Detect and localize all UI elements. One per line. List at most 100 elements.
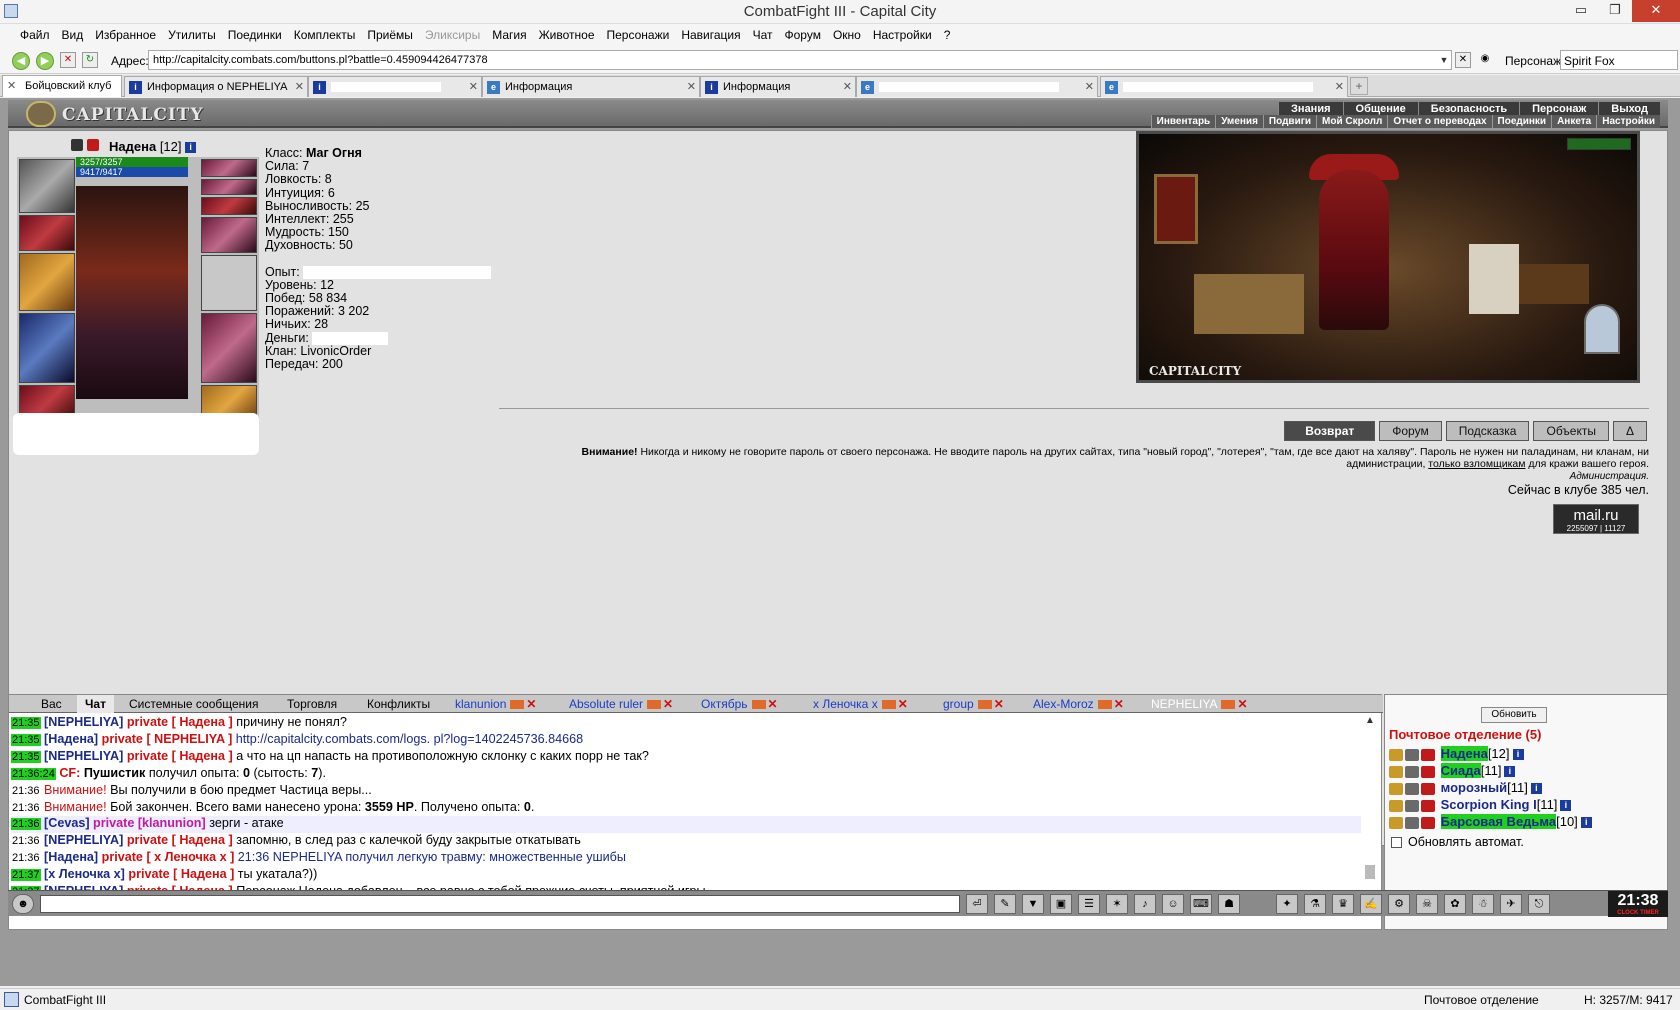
menu-item[interactable]: Форум bbox=[779, 24, 827, 46]
chat-author[interactable]: [Надена] bbox=[44, 732, 98, 746]
helmet-slot[interactable] bbox=[19, 159, 75, 213]
info-icon[interactable]: i bbox=[1580, 817, 1592, 829]
bag-icon[interactable]: ☗ bbox=[1218, 894, 1240, 914]
tab-close-icon[interactable]: ✕ bbox=[687, 80, 696, 93]
close-button[interactable]: ✕ bbox=[1632, 0, 1680, 22]
menu-item[interactable]: Животное bbox=[533, 24, 601, 46]
amulet-slot[interactable] bbox=[19, 215, 75, 251]
checkbox[interactable] bbox=[1391, 837, 1402, 849]
translit-icon[interactable]: ⌨ bbox=[1190, 894, 1212, 914]
clan-icon[interactable] bbox=[1421, 748, 1435, 761]
character-avatar[interactable] bbox=[76, 186, 188, 399]
nav-sub-item[interactable]: Настройки bbox=[1596, 115, 1660, 128]
chat-tab[interactable]: klanunion ✕ bbox=[447, 695, 544, 713]
menu-item[interactable]: Персонажи bbox=[601, 24, 676, 46]
clan-icon[interactable] bbox=[1421, 799, 1435, 812]
nav-top-item[interactable]: Общение bbox=[1342, 102, 1418, 116]
tab-close-icon[interactable]: ✕ bbox=[843, 80, 852, 93]
ring-slot[interactable] bbox=[201, 159, 257, 177]
chat-tab[interactable]: Чат bbox=[77, 695, 114, 713]
refresh-icon[interactable]: ↻ bbox=[82, 52, 98, 68]
gloves-slot[interactable] bbox=[201, 217, 257, 253]
tab-close-icon[interactable]: ✕ bbox=[1335, 80, 1344, 93]
clan-shield-icon[interactable] bbox=[87, 139, 99, 151]
close-tab-icon[interactable]: ✕ bbox=[898, 697, 908, 711]
clan-icon[interactable] bbox=[1421, 782, 1435, 795]
menu-item[interactable]: Навигация bbox=[675, 24, 746, 46]
private-arrow-icon[interactable] bbox=[1389, 799, 1403, 812]
tab-info-hidden[interactable]: i ✕ bbox=[308, 76, 482, 97]
minimize-button[interactable]: ▭ bbox=[1564, 0, 1598, 22]
tab-close-icon[interactable]: ✕ bbox=[469, 80, 478, 93]
nav-top-item[interactable]: Безопасность bbox=[1417, 102, 1520, 116]
chat-input[interactable] bbox=[40, 895, 960, 913]
chat-tab[interactable]: x Леночка x ✕ bbox=[805, 695, 916, 713]
chat-author[interactable]: [Cevas] bbox=[44, 816, 90, 830]
weapon-slot[interactable] bbox=[19, 253, 75, 311]
menu-item[interactable]: ? bbox=[938, 24, 957, 46]
menu-item[interactable]: Чат bbox=[747, 24, 779, 46]
tab-hidden-5[interactable]: e ✕ bbox=[856, 76, 1098, 97]
address-dropdown-icon[interactable]: ▼ bbox=[1437, 51, 1451, 69]
gold-icon[interactable]: ♛ bbox=[1332, 894, 1354, 914]
ghost-icon[interactable]: ☃ bbox=[1472, 894, 1494, 914]
clear-icon[interactable]: ✕ bbox=[1455, 52, 1471, 68]
sound-icon[interactable]: ♪ bbox=[1134, 894, 1156, 914]
nav-sub-item[interactable]: Умения bbox=[1215, 115, 1263, 128]
info-icon[interactable]: i bbox=[1512, 749, 1524, 761]
smile-icon[interactable]: ☺ bbox=[1162, 894, 1184, 914]
binoculars-icon[interactable]: ◉ bbox=[1477, 52, 1493, 68]
private-arrow-icon[interactable] bbox=[1389, 765, 1403, 778]
mail-user-name[interactable]: Scorpion King I bbox=[1441, 797, 1537, 812]
leggings-slot[interactable] bbox=[201, 313, 257, 383]
nav-sub-item[interactable]: Подвиги bbox=[1262, 115, 1317, 128]
chat-tab[interactable]: Вас bbox=[33, 695, 70, 713]
nav-sub-item[interactable]: Анкета bbox=[1551, 115, 1597, 128]
info-icon[interactable]: i bbox=[1530, 783, 1542, 795]
skull-icon[interactable]: ☠ bbox=[1416, 894, 1438, 914]
delta-button[interactable]: Δ bbox=[1612, 421, 1647, 441]
walk-icon[interactable]: ☰ bbox=[1078, 894, 1100, 914]
close-tab-icon[interactable]: ✕ bbox=[1237, 697, 1247, 711]
menu-item[interactable]: Приёмы bbox=[361, 24, 419, 46]
mail-user-name[interactable]: Надена bbox=[1440, 746, 1488, 761]
chat-tab[interactable]: NEPHELIYA ✕ bbox=[1143, 695, 1256, 713]
nav-sub-item[interactable]: Поединки bbox=[1491, 115, 1552, 128]
postmaster-npc[interactable] bbox=[1319, 170, 1389, 330]
exit-icon[interactable]: ⎋ bbox=[1528, 894, 1550, 914]
tab-close-icon[interactable]: ✕ bbox=[295, 80, 304, 93]
chat-author[interactable]: [x Леночка x] bbox=[44, 867, 125, 881]
stop-icon[interactable]: ✕ bbox=[60, 52, 76, 68]
mail-user-name[interactable]: Барсовая Ведьма bbox=[1440, 814, 1557, 829]
portal-icon[interactable] bbox=[1584, 304, 1620, 354]
menu-item[interactable]: Окно bbox=[827, 24, 867, 46]
location-scene[interactable]: CAPITALCITY bbox=[1136, 131, 1640, 383]
clan-icon[interactable] bbox=[1421, 816, 1435, 829]
chat-tab[interactable]: Alex-Moroz ✕ bbox=[1025, 695, 1132, 713]
eraser-icon[interactable]: ✎ bbox=[994, 894, 1016, 914]
save-icon[interactable]: ▣ bbox=[1050, 894, 1072, 914]
potion-icon[interactable]: ⚗ bbox=[1304, 894, 1326, 914]
nav-top-item[interactable]: Выход bbox=[1598, 102, 1660, 116]
private-arrow-icon[interactable] bbox=[1389, 782, 1403, 795]
new-tab-button[interactable]: + bbox=[1350, 77, 1368, 95]
pet-icon[interactable]: ✿ bbox=[1444, 894, 1466, 914]
chat-tab[interactable]: Absolute ruler ✕ bbox=[561, 695, 681, 713]
maximize-button[interactable]: ❐ bbox=[1598, 0, 1632, 22]
shield-slot[interactable] bbox=[201, 255, 257, 311]
close-tab-icon[interactable]: ✕ bbox=[994, 697, 1004, 711]
close-tab-icon[interactable]: ✕ bbox=[663, 697, 673, 711]
thieves-link[interactable]: только взломщикам bbox=[1428, 458, 1525, 470]
menu-item[interactable]: Эликсиры bbox=[419, 24, 486, 46]
tab-close-icon[interactable]: ✕ bbox=[7, 79, 16, 92]
ring-slot[interactable] bbox=[201, 197, 257, 215]
nav-top-item[interactable]: Знания bbox=[1278, 102, 1343, 116]
info-icon[interactable]: i bbox=[1504, 766, 1516, 778]
trade-icon[interactable]: ✶ bbox=[1106, 894, 1128, 914]
objects-button[interactable]: Объекты bbox=[1533, 421, 1609, 441]
menu-item[interactable]: Файл bbox=[14, 24, 56, 46]
chat-tab[interactable]: Октябрь ✕ bbox=[693, 695, 786, 713]
tab-close-icon[interactable]: ✕ bbox=[1085, 80, 1094, 93]
chat-tab[interactable]: Торговля bbox=[279, 695, 345, 713]
return-button[interactable]: Возврат bbox=[1284, 421, 1376, 441]
